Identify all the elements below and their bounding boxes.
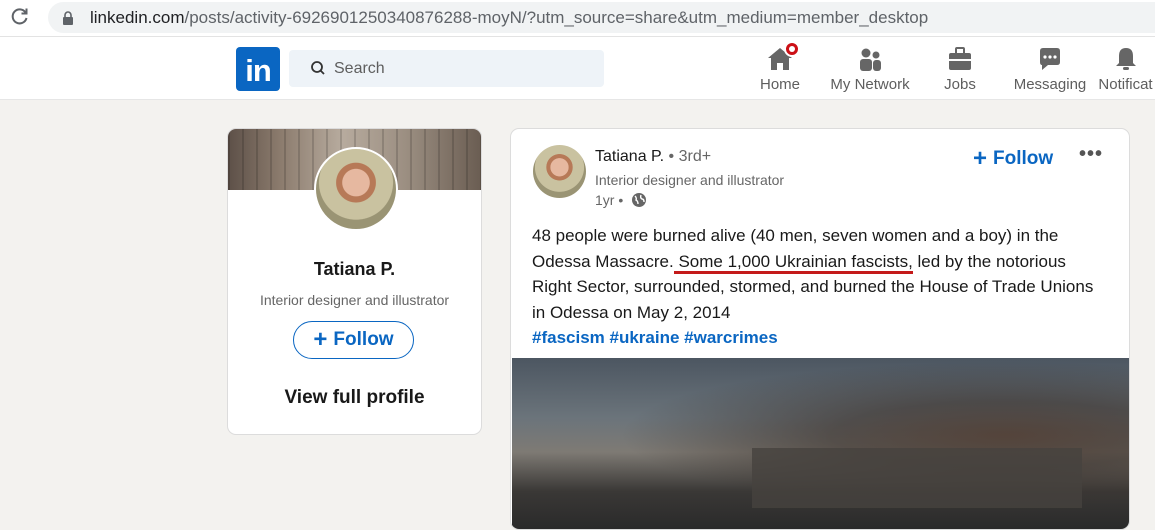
- nav-notifications[interactable]: Notificat: [1096, 45, 1155, 95]
- post-author-name[interactable]: Tatiana P.: [595, 148, 664, 165]
- home-icon: [766, 41, 800, 73]
- bell-icon: [1112, 45, 1140, 73]
- nav-messaging[interactable]: Messaging: [1010, 45, 1090, 95]
- search-input[interactable]: Search: [289, 50, 604, 87]
- nav-notifications-label: Notificat: [1098, 76, 1153, 93]
- post-age: 1yr •: [595, 192, 628, 208]
- nav-jobs[interactable]: Jobs: [936, 45, 984, 95]
- post-author-avatar[interactable]: [533, 145, 586, 198]
- post-text-underlined: Some 1,000 Ukrainian fascists,: [673, 251, 913, 274]
- lock-icon: [63, 11, 73, 25]
- post-author-headline: Interior designer and illustrator: [595, 172, 785, 188]
- url-text: linkedin.com/posts/activity-692690125034…: [90, 8, 929, 27]
- profile-avatar[interactable]: [314, 147, 398, 231]
- plus-icon: +: [973, 145, 988, 172]
- nav-jobs-label: Jobs: [944, 76, 976, 93]
- nav-my-network[interactable]: My Network: [826, 45, 914, 95]
- post-image[interactable]: [512, 358, 1129, 529]
- profile-name[interactable]: Tatiana P.: [228, 259, 481, 280]
- globe-icon: [632, 193, 647, 207]
- post-card: Tatiana P. • 3rd+ Interior designer and …: [510, 128, 1130, 530]
- post-follow-label: Follow: [993, 148, 1054, 169]
- profile-headline: Interior designer and illustrator: [259, 292, 450, 308]
- post-author-degree: • 3rd+: [664, 148, 712, 165]
- briefcase-icon: [946, 45, 974, 73]
- browser-address-bar: linkedin.com/posts/activity-692690125034…: [0, 0, 1155, 37]
- nav-messaging-label: Messaging: [1013, 76, 1087, 93]
- plus-icon: +: [313, 326, 328, 353]
- network-icon: [856, 45, 884, 73]
- nav-home-label: Home: [759, 76, 800, 93]
- linkedin-navbar: in Search Home My Network Jobs Messaging: [0, 37, 1155, 100]
- nav-my-network-label: My Network: [830, 76, 910, 93]
- nav-home[interactable]: Home: [756, 41, 804, 95]
- profile-follow-label: Follow: [333, 329, 394, 350]
- search-icon: [311, 61, 325, 75]
- messaging-icon: [1036, 45, 1064, 73]
- post-text: 48 people were burned alive (40 men, sev…: [532, 223, 1102, 351]
- post-hashtags[interactable]: #fascism #ukraine #warcrimes: [532, 328, 778, 347]
- url-field[interactable]: linkedin.com/posts/activity-692690125034…: [48, 2, 1155, 33]
- profile-follow-button[interactable]: + Follow: [293, 321, 414, 359]
- more-options-icon[interactable]: •••: [1079, 143, 1103, 166]
- profile-card: Tatiana P. Interior designer and illustr…: [227, 128, 482, 435]
- linkedin-logo[interactable]: in: [236, 47, 280, 91]
- search-placeholder: Search: [334, 60, 385, 77]
- post-author[interactable]: Tatiana P. • 3rd+: [595, 148, 711, 166]
- view-full-profile-link[interactable]: View full profile: [228, 387, 481, 409]
- reload-icon[interactable]: [10, 6, 30, 26]
- post-follow-button[interactable]: + Follow: [973, 145, 1053, 173]
- post-meta: 1yr •: [595, 192, 647, 208]
- notification-badge: [784, 41, 800, 57]
